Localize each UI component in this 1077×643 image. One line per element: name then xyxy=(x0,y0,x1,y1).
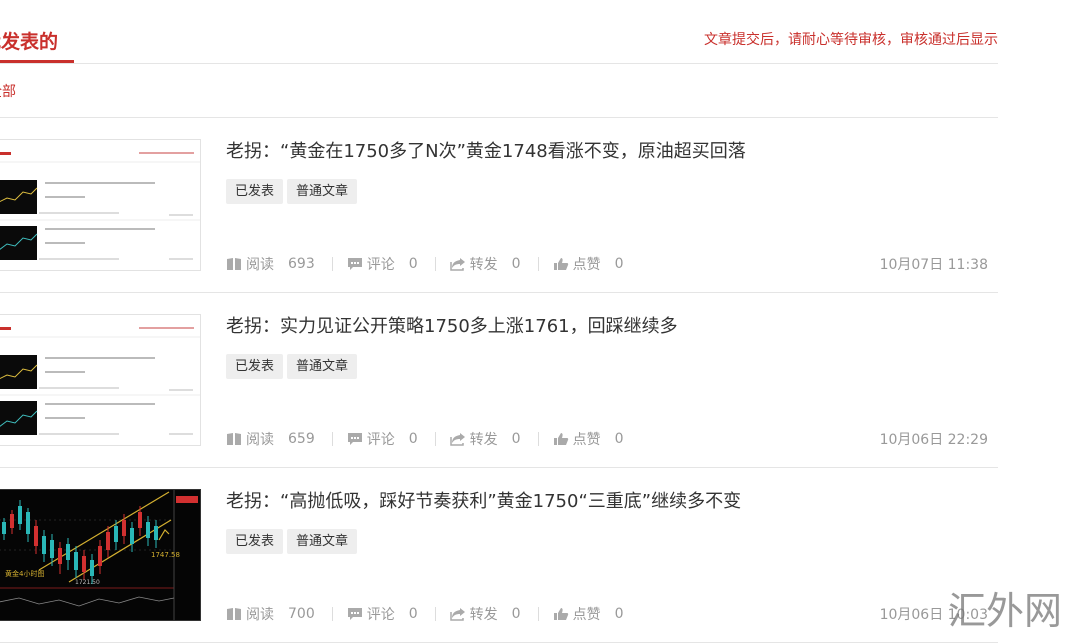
read-label: 阅读 xyxy=(246,432,274,448)
article-tags: 已发表 普通文章 xyxy=(226,179,358,204)
comment-label: 评论 xyxy=(366,607,395,623)
comment-count: 0 xyxy=(408,256,418,272)
share-icon xyxy=(449,258,465,271)
article-item: 老拐：“黄金在1750多了N次”黄金1748看涨不变，原油超买回落 已发表 普通… xyxy=(0,118,998,293)
article-title[interactable]: 老拐：实力见证公开策略1750多上涨1761，回踩继续多 xyxy=(226,312,678,338)
chart-price-label: 1747.58 xyxy=(151,551,180,559)
book-icon xyxy=(227,433,241,445)
stat-divider xyxy=(331,257,333,271)
page-screenshot-thumbnail-graphic xyxy=(0,140,200,270)
read-stat: 阅读 659 xyxy=(226,429,315,449)
status-badge: 已发表 xyxy=(226,529,284,554)
article-tags: 已发表 普通文章 xyxy=(226,529,358,554)
stat-divider xyxy=(537,607,539,621)
page-title[interactable]: 我发表的 xyxy=(0,27,58,54)
like-stat[interactable]: 点赞 0 xyxy=(553,254,624,274)
status-badge: 已发表 xyxy=(226,354,284,379)
stat-divider xyxy=(434,607,436,621)
article-thumbnail[interactable]: 黄金4小时图 1747.58 1721.50 xyxy=(0,489,201,621)
thumbs-up-icon xyxy=(553,608,568,620)
comment-label: 评论 xyxy=(366,257,395,273)
forward-stat[interactable]: 转发 0 xyxy=(449,604,521,624)
comment-stat[interactable]: 评论 0 xyxy=(347,429,418,449)
article-thumbnail[interactable] xyxy=(0,139,201,271)
like-label: 点赞 xyxy=(572,257,601,273)
like-stat[interactable]: 点赞 0 xyxy=(553,604,624,624)
article-date: 10月06日 22:29 xyxy=(879,432,988,448)
thumbs-up-icon xyxy=(553,433,568,445)
like-count: 0 xyxy=(614,256,624,272)
comment-stat[interactable]: 评论 0 xyxy=(347,604,418,624)
stat-divider xyxy=(331,432,333,446)
article-type-badge: 普通文章 xyxy=(287,354,358,379)
forward-count: 0 xyxy=(511,256,521,272)
share-icon xyxy=(449,608,465,621)
comment-icon xyxy=(347,258,362,270)
stat-divider xyxy=(331,607,333,621)
forward-label: 转发 xyxy=(469,432,498,448)
read-label: 阅读 xyxy=(246,607,274,623)
article-stats: 阅读 700 评论 0 转发 0 点赞 0 xyxy=(226,604,624,624)
book-icon xyxy=(227,258,241,270)
active-tab-underline xyxy=(0,60,74,63)
candlestick-chart-thumbnail-graphic: 黄金4小时图 1747.58 1721.50 xyxy=(0,490,200,620)
article-tags: 已发表 普通文章 xyxy=(226,354,358,379)
forward-label: 转发 xyxy=(469,607,498,623)
filter-all-link[interactable]: 全部 xyxy=(0,81,16,101)
thumbs-up-icon xyxy=(553,258,568,270)
read-count: 693 xyxy=(288,256,315,272)
like-label: 点赞 xyxy=(572,607,601,623)
forward-stat[interactable]: 转发 0 xyxy=(449,254,521,274)
chart-low-label: 1721.50 xyxy=(75,579,100,586)
article-thumbnail[interactable] xyxy=(0,314,201,446)
article-title[interactable]: 老拐：“黄金在1750多了N次”黄金1748看涨不变，原油超买回落 xyxy=(226,137,746,163)
article-type-badge: 普通文章 xyxy=(287,529,358,554)
article-type-badge: 普通文章 xyxy=(287,179,358,204)
stat-divider xyxy=(434,257,436,271)
comment-icon xyxy=(347,433,362,445)
page-header: 我发表的 文章提交后，请耐心等待审核，审核通过后显示 xyxy=(0,0,998,64)
share-icon xyxy=(449,433,465,446)
forward-count: 0 xyxy=(511,431,521,447)
article-item: 黄金4小时图 1747.58 1721.50 老拐：“高抛低吸，踩好节奏获利”黄… xyxy=(0,468,998,643)
page-screenshot-thumbnail-graphic xyxy=(0,315,200,445)
forward-count: 0 xyxy=(511,606,521,622)
read-stat: 阅读 693 xyxy=(226,254,315,274)
article-list: 老拐：“黄金在1750多了N次”黄金1748看涨不变，原油超买回落 已发表 普通… xyxy=(0,117,998,643)
comment-count: 0 xyxy=(408,431,418,447)
review-notice: 文章提交后，请耐心等待审核，审核通过后显示 xyxy=(704,32,998,48)
comment-count: 0 xyxy=(408,606,418,622)
article-date: 10月07日 11:38 xyxy=(879,257,988,273)
comment-label: 评论 xyxy=(366,432,395,448)
read-label: 阅读 xyxy=(246,257,274,273)
article-item: 老拐：实力见证公开策略1750多上涨1761，回踩继续多 已发表 普通文章 阅读… xyxy=(0,293,998,468)
stat-divider xyxy=(434,432,436,446)
read-stat: 阅读 700 xyxy=(226,604,315,624)
site-watermark: 汇外网 xyxy=(948,589,1063,633)
stat-divider xyxy=(537,257,539,271)
like-stat[interactable]: 点赞 0 xyxy=(553,429,624,449)
read-count: 700 xyxy=(288,606,315,622)
status-badge: 已发表 xyxy=(226,179,284,204)
chart-label: 黄金4小时图 xyxy=(5,569,44,578)
like-count: 0 xyxy=(614,606,624,622)
article-stats: 阅读 659 评论 0 转发 0 点赞 0 xyxy=(226,429,624,449)
book-icon xyxy=(227,608,241,620)
comment-stat[interactable]: 评论 0 xyxy=(347,254,418,274)
read-count: 659 xyxy=(288,431,315,447)
forward-label: 转发 xyxy=(469,257,498,273)
forward-stat[interactable]: 转发 0 xyxy=(449,429,521,449)
like-count: 0 xyxy=(614,431,624,447)
comment-icon xyxy=(347,608,362,620)
article-stats: 阅读 693 评论 0 转发 0 点赞 0 xyxy=(226,254,624,274)
like-label: 点赞 xyxy=(572,432,601,448)
article-title[interactable]: 老拐：“高抛低吸，踩好节奏获利”黄金1750“三重底”继续多不变 xyxy=(226,487,741,513)
stat-divider xyxy=(537,432,539,446)
